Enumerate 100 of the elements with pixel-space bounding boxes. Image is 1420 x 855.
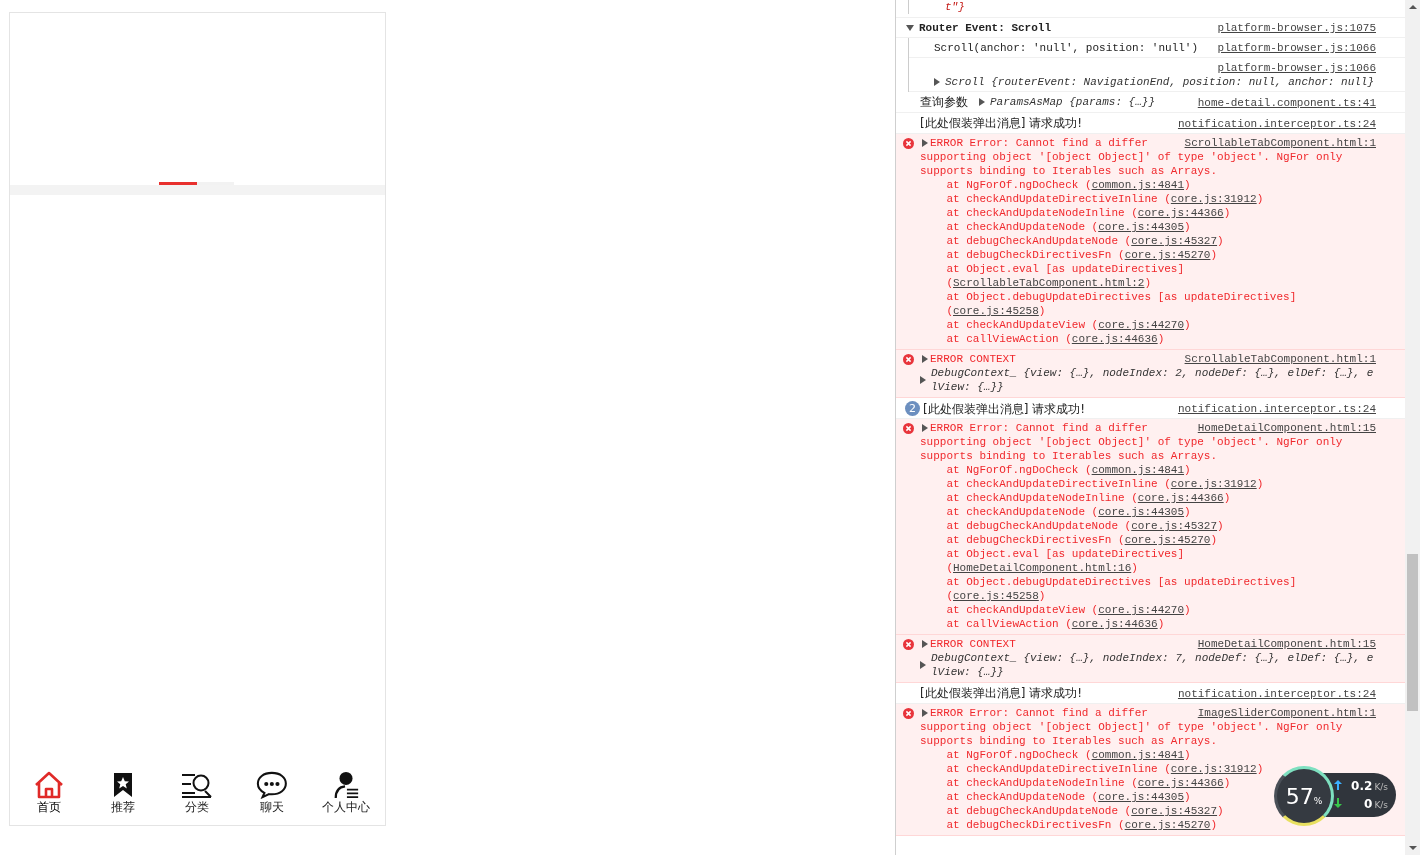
stack-frame-text: at debugCheckAndUpdateNode (core.js:45327) — [945, 519, 1225, 533]
stack-frame-link[interactable]: HomeDetailComponent.html:16 — [953, 562, 1132, 574]
object-preview-text: t"} — [908, 0, 965, 14]
stack-frame-link[interactable]: common.js:4841 — [1091, 179, 1185, 191]
stack-frame-link[interactable]: core.js:45327 — [1131, 235, 1218, 247]
stack-frame-link[interactable]: core.js:44270 — [1098, 319, 1185, 331]
stack-frame-link[interactable]: core.js:45327 — [1131, 805, 1218, 817]
stack-frame-link[interactable]: core.js:44305 — [1098, 791, 1185, 803]
down-arrow-icon — [1334, 798, 1342, 808]
stack-frame-text: at callViewAction (core.js:44636) — [945, 332, 1166, 346]
nav-tab[interactable]: 首页 — [14, 767, 85, 814]
stack-frame-text: at Object.eval [as updateDirectives] (HomeDetailComponent.html:16) — [945, 547, 1186, 575]
error-message: supporting object '[object Object]' of type 'object'. NgFor only — [920, 151, 1343, 163]
source-link[interactable]: ImageSliderComponent.html:1 — [1197, 706, 1376, 720]
stack-frame-link[interactable]: core.js:44636 — [1071, 618, 1158, 630]
error-icon — [903, 138, 914, 149]
list-search-icon — [181, 771, 214, 799]
stack-frame-text: at checkAndUpdateNodeInline (core.js:44366) — [945, 491, 1232, 505]
source-link[interactable]: ScrollableTabComponent.html:1 — [1184, 136, 1376, 150]
source-link[interactable]: HomeDetailComponent.html:15 — [1197, 421, 1376, 435]
stack-frame-text: at NgForOf.ngDoCheck (common.js:4841) — [945, 463, 1192, 477]
error-message: ERROR Error: Cannot find a differ — [930, 421, 1148, 435]
scroll-up-icon[interactable] — [1408, 5, 1417, 9]
object-preview-text: DebugContext_ {view: {…}, nodeIndex: 7, nodeDef: {…}, elDef: {…}, elView: {…}} — [931, 651, 1375, 679]
download-speed: 0 — [1364, 797, 1373, 811]
expand-triangle-icon[interactable] — [920, 661, 926, 669]
stack-frame-text: at callViewAction (core.js:44636) — [945, 617, 1166, 631]
error-icon — [903, 639, 914, 650]
source-link[interactable]: home-detail.component.ts:41 — [1197, 96, 1376, 110]
stack-frame-link[interactable]: ScrollableTabComponent.html:2 — [953, 277, 1145, 289]
source-link[interactable]: notification.interceptor.ts:24 — [1177, 402, 1376, 416]
bookmark-star-icon — [112, 771, 135, 799]
nav-tab[interactable]: 推荐 — [88, 767, 159, 814]
stack-frame-link[interactable]: core.js:31912 — [1170, 193, 1257, 205]
stack-frame-text: at debugCheckAndUpdateNode (core.js:45327) — [945, 234, 1225, 248]
stack-frame-link[interactable]: core.js:44636 — [1071, 333, 1158, 345]
source-link[interactable]: platform-browser.js:1075 — [1217, 21, 1376, 35]
stack-frame-link[interactable]: core.js:44366 — [1137, 207, 1224, 219]
stack-frame-link[interactable]: common.js:4841 — [1091, 749, 1185, 761]
error-message: supports binding to Iterables such as Arrays. — [920, 165, 1218, 177]
stack-frame-text: at Object.debugUpdateDirectives [as updateDirectives] (core.js:45258) — [945, 575, 1298, 603]
stack-frame-text: at debugCheckDirectivesFn (core.js:45270) — [945, 818, 1219, 832]
stack-frame-text: at checkAndUpdateNode (core.js:44305) — [945, 220, 1192, 234]
stack-frame-text: at checkAndUpdateDirectiveInline (core.js:31912) — [945, 762, 1265, 776]
scroll-thumb[interactable] — [1407, 554, 1418, 711]
stack-frame-link[interactable]: core.js:44366 — [1137, 492, 1224, 504]
error-message: supporting object '[object Object]' of type 'object'. NgFor only — [920, 436, 1343, 448]
expand-triangle-icon[interactable] — [906, 25, 914, 31]
nav-tab[interactable]: 个人中心 — [310, 767, 381, 814]
source-link[interactable]: HomeDetailComponent.html:15 — [1197, 637, 1376, 651]
stack-frame-link[interactable]: core.js:44366 — [1137, 777, 1224, 789]
expand-triangle-icon[interactable] — [979, 98, 985, 106]
error-icon — [903, 423, 914, 434]
source-link[interactable]: platform-browser.js:1066 — [1217, 62, 1376, 74]
stack-frame-link[interactable]: core.js:45270 — [1124, 819, 1211, 831]
error-icon — [903, 354, 914, 365]
speed-unit: K/s — [1374, 800, 1388, 810]
error-message: ERROR Error: Cannot find a differ — [930, 136, 1148, 150]
stack-frame-link[interactable]: core.js:45327 — [1131, 520, 1218, 532]
source-link[interactable]: platform-browser.js:1066 — [1217, 41, 1376, 55]
stack-frame-link[interactable]: core.js:44270 — [1098, 604, 1185, 616]
stack-frame-link[interactable]: core.js:31912 — [1170, 763, 1257, 775]
stack-frame-link[interactable]: core.js:44305 — [1098, 506, 1185, 518]
source-link[interactable]: notification.interceptor.ts:24 — [1177, 687, 1376, 701]
object-preview-text: DebugContext_ {view: {…}, nodeIndex: 2, nodeDef: {…}, elDef: {…}, elView: {…}} — [931, 366, 1375, 394]
expand-triangle-icon[interactable] — [934, 78, 940, 86]
stack-frame-link[interactable]: core.js:45258 — [953, 305, 1039, 317]
group-title: Router Event: Scroll — [919, 21, 1052, 35]
expand-triangle-icon[interactable] — [922, 640, 928, 648]
expand-triangle-icon[interactable] — [920, 376, 926, 384]
object-preview-text: Scroll {routerEvent: NavigationEnd, position: null, anchor: null} — [945, 75, 1375, 89]
stack-frame-link[interactable]: core.js:45258 — [953, 590, 1039, 602]
stack-frame-text: at checkAndUpdateNode (core.js:44305) — [945, 505, 1192, 519]
nav-tab[interactable]: 聊天 — [236, 767, 307, 814]
stack-frame-link[interactable]: common.js:4841 — [1091, 464, 1185, 476]
upload-speed: 0.2 — [1351, 779, 1373, 793]
expand-triangle-icon[interactable] — [922, 424, 928, 432]
stack-frame-text: at NgForOf.ngDoCheck (common.js:4841) — [945, 748, 1192, 762]
repeat-count-badge: 2 — [905, 401, 920, 416]
stack-frame-link[interactable]: core.js:44305 — [1098, 221, 1185, 233]
stack-frame-text: at NgForOf.ngDoCheck (common.js:4841) — [945, 178, 1192, 192]
source-link[interactable]: ScrollableTabComponent.html:1 — [1184, 352, 1376, 366]
stack-frame-text: at debugCheckDirectivesFn (core.js:45270) — [945, 248, 1219, 262]
expand-triangle-icon[interactable] — [922, 355, 928, 363]
stack-frame-link[interactable]: core.js:31912 — [1170, 478, 1257, 490]
stack-frame-text: at Object.debugUpdateDirectives [as updateDirectives] (core.js:45258) — [945, 290, 1298, 318]
stack-frame-link[interactable]: core.js:45270 — [1124, 249, 1211, 261]
source-link[interactable]: notification.interceptor.ts:24 — [1177, 117, 1376, 131]
error-icon — [903, 708, 914, 719]
nav-tab[interactable]: 分类 — [162, 767, 233, 814]
object-preview-text: ParamsAsMap {params: {…}} — [990, 95, 1156, 109]
error-message: ERROR CONTEXT — [930, 352, 1016, 366]
scroll-down-icon[interactable] — [1408, 846, 1417, 850]
stack-frame-link[interactable]: core.js:45270 — [1124, 534, 1211, 546]
stack-frame-text: at checkAndUpdateView (core.js:44270) — [945, 318, 1192, 332]
scrollbar[interactable] — [1405, 0, 1420, 855]
stack-frame-text: at checkAndUpdateView (core.js:44270) — [945, 603, 1192, 617]
expand-triangle-icon[interactable] — [922, 709, 928, 717]
stack-frame-text: at debugCheckDirectivesFn (core.js:45270) — [945, 533, 1219, 547]
expand-triangle-icon[interactable] — [922, 139, 928, 147]
